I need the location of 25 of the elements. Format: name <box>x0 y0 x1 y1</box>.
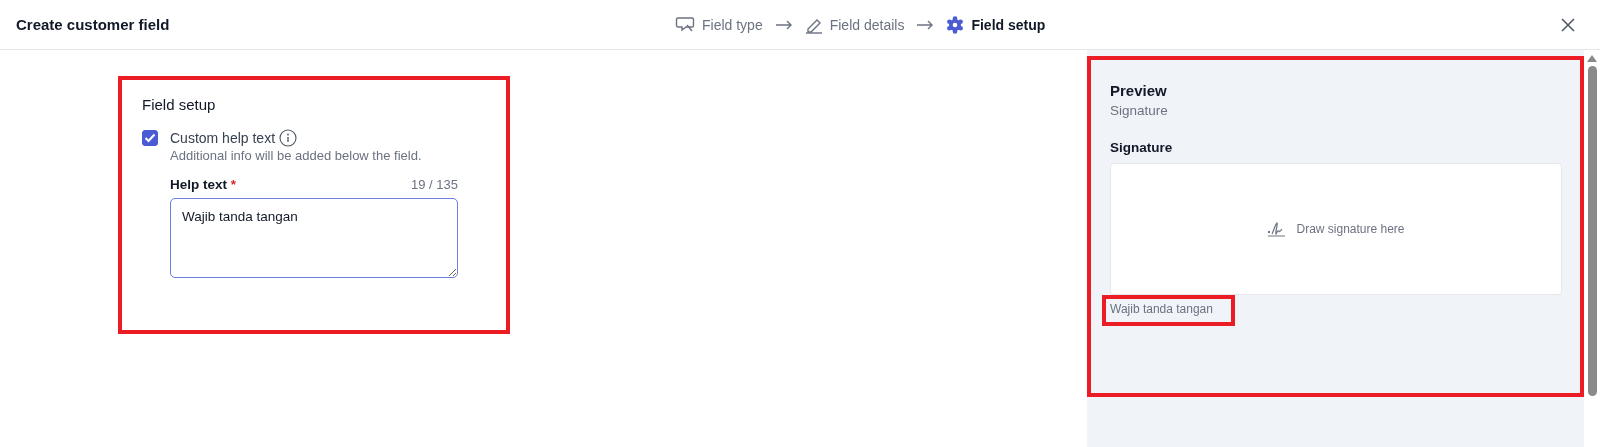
checkbox[interactable] <box>142 130 158 146</box>
signature-icon <box>1267 220 1288 238</box>
character-counter: 19 / 135 <box>411 177 458 192</box>
gear-icon <box>946 15 965 34</box>
wizard-step[interactable]: Field details <box>804 15 905 34</box>
field-label: Help text * <box>170 177 237 192</box>
scroll-up-arrow-icon[interactable] <box>1587 54 1597 62</box>
help-text-field[interactable]: Wajib tanda tangan <box>170 198 458 278</box>
wizard-step[interactable]: Field type <box>675 15 763 34</box>
arrow-icon <box>774 19 793 30</box>
window-title: Create customer field <box>16 16 170 33</box>
wizard-step[interactable]: Field setup <box>946 15 1046 34</box>
help-text: Wajib tanda tangan <box>1102 295 1235 326</box>
preview-subtitle: Signature <box>1110 103 1168 118</box>
checkbox-description: Additional info will be added below the field. <box>170 148 422 163</box>
arrow-icon <box>916 19 935 30</box>
field-label: Signature <box>1110 140 1173 155</box>
checkbox-label: Custom help text <box>170 130 276 146</box>
signature-pad[interactable]: Draw signature here <box>1110 163 1562 295</box>
close-icon[interactable] <box>1560 16 1576 33</box>
info-icon[interactable] <box>279 129 298 147</box>
speech-bubble-icon <box>675 15 695 34</box>
section-title: Field setup <box>142 96 217 113</box>
preview-title: Preview <box>1110 82 1167 99</box>
signature-placeholder: Draw signature here <box>1296 222 1405 236</box>
